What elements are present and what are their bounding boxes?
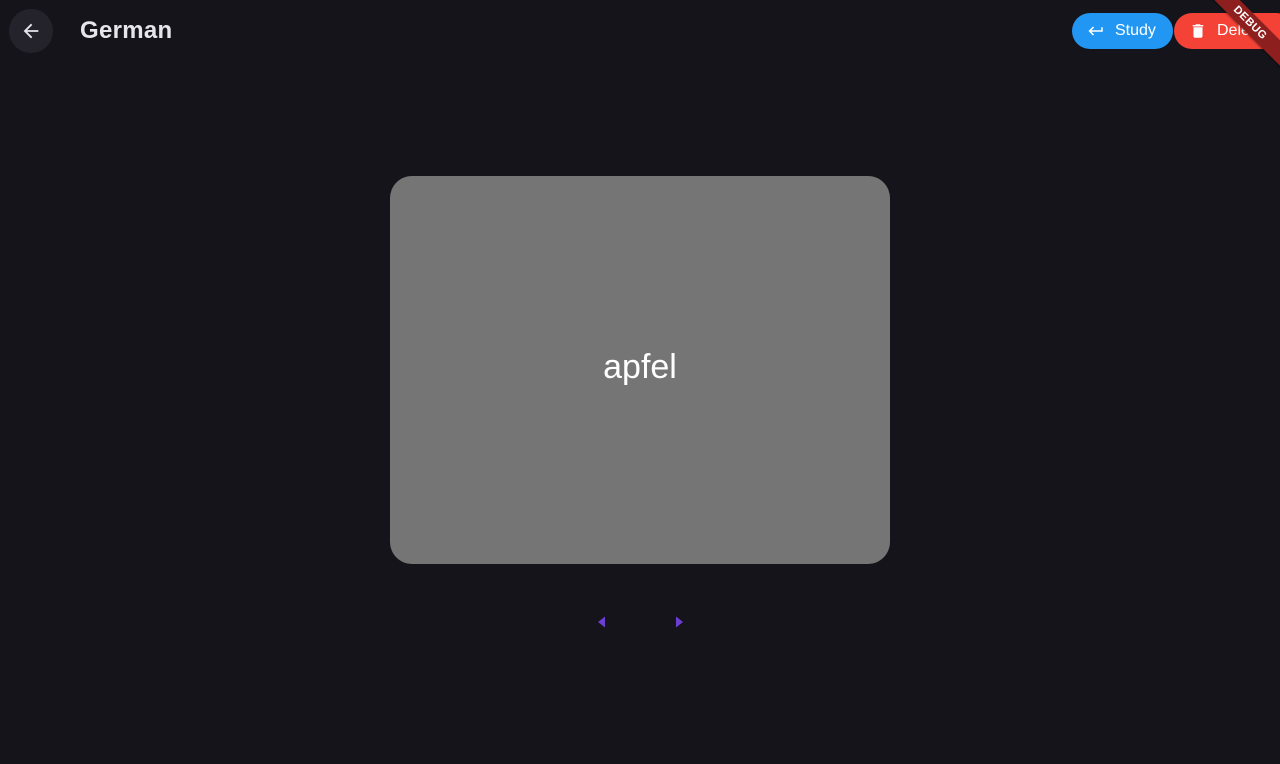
app-bar: German Study Delete [0,0,1280,62]
study-button[interactable]: Study [1072,13,1173,49]
back-button[interactable] [9,9,53,53]
arrow-right-icon [667,610,691,639]
previous-card-button[interactable] [590,612,614,636]
flashcard-screen: German Study Delete DEBUG apfel [0,0,1280,764]
next-card-button[interactable] [667,612,691,636]
study-button-label: Study [1115,22,1156,39]
arrow-left-icon [590,610,614,639]
flashcard[interactable]: apfel [390,176,890,564]
trash-icon [1189,22,1207,40]
arrow-back-icon [20,20,42,42]
page-title: German [80,17,173,44]
keyboard-return-icon [1087,22,1105,40]
flashcard-text: apfel [603,347,677,386]
